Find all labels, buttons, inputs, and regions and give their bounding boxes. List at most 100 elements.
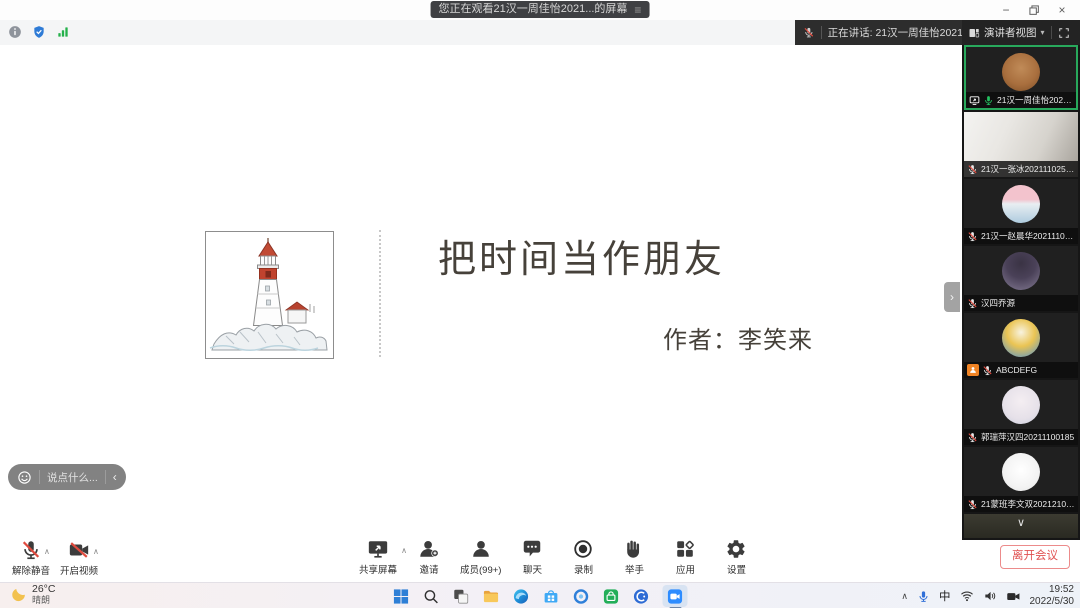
mic-muted-icon <box>967 164 978 175</box>
share-options-caret[interactable]: ∧ <box>401 546 407 555</box>
sidebar-collapse-handle[interactable]: › <box>944 282 960 312</box>
slide-lighthouse-image <box>205 231 334 359</box>
speaker-icon[interactable] <box>983 589 997 603</box>
camera-in-use-icon[interactable] <box>1006 589 1021 604</box>
emoji-icon[interactable] <box>17 470 32 485</box>
unmute-button[interactable]: 解除静音 <box>8 539 54 577</box>
participant-tile[interactable]: 郭瑞萍汉四20211100185 <box>964 380 1078 445</box>
person-icon <box>969 366 977 374</box>
meeting-info-icon[interactable] <box>8 25 22 39</box>
members-button[interactable]: 成员(99+) <box>460 538 501 576</box>
meeting-app-taskbar-icon[interactable] <box>663 585 688 607</box>
avatar <box>1002 185 1040 223</box>
camera-muted-icon <box>68 539 90 561</box>
watching-banner: 您正在观看21汉一周佳怡2021...的屏幕 ≡ <box>431 1 650 18</box>
restore-button[interactable] <box>1020 0 1048 20</box>
raise-hand-icon <box>623 538 645 560</box>
minimize-button[interactable]: − <box>992 0 1020 20</box>
avatar <box>1002 53 1040 91</box>
apps-icon <box>674 538 696 560</box>
apps-button[interactable]: 应用 <box>665 538 705 576</box>
time: 19:52 <box>1049 584 1074 596</box>
participant-name: 21汉一赵晨华202111025... <box>981 230 1075 242</box>
scroll-more-participants[interactable]: ∨ <box>964 514 1078 538</box>
moon-icon <box>10 587 26 603</box>
meeting-app-window: 您正在观看21汉一周佳怡2021...的屏幕 ≡ − × 正在讲话: 21汉一周… <box>0 0 1080 608</box>
muted-mic-icon <box>803 26 815 39</box>
participant-name: 郭瑞萍汉四20211100185 <box>981 431 1074 443</box>
participant-tile[interactable]: 汉四乔源 <box>964 246 1078 311</box>
raise-hand-button[interactable]: 举手 <box>614 538 654 576</box>
participant-tile[interactable]: 21蒙班李文双202121002... <box>964 447 1078 512</box>
lighthouse-drawing <box>206 232 331 356</box>
invite-icon <box>418 538 440 560</box>
ime-indicator[interactable]: 中 <box>939 588 951 604</box>
mic-options-caret[interactable]: ∧ <box>44 547 50 556</box>
participant-name: 汉四乔源 <box>981 297 1015 309</box>
slide-author: 作者：李笑来 <box>663 320 813 355</box>
chat-input-placeholder[interactable]: 说点什么... <box>47 470 98 485</box>
wifi-icon[interactable] <box>960 589 974 603</box>
members-icon <box>470 538 492 560</box>
participants-sidebar: 21汉一周佳怡202111... 21汉一张冰20211102526 21汉一赵… <box>962 45 1080 540</box>
divider <box>39 470 40 484</box>
start-video-button[interactable]: 开启视频 <box>56 539 102 577</box>
watching-banner-text: 您正在观看21汉一周佳怡2021...的屏幕 <box>439 1 628 18</box>
green-store-app-icon[interactable] <box>603 588 620 605</box>
speaking-label: 正在讲话: 21汉一周佳怡20211... <box>828 25 962 40</box>
mic-muted-icon <box>967 298 978 309</box>
search-icon[interactable] <box>423 588 440 605</box>
divider <box>105 470 106 484</box>
mic-muted-icon <box>967 499 978 510</box>
video-options-caret[interactable]: ∧ <box>93 547 99 556</box>
microsoft-store-icon[interactable] <box>543 588 560 605</box>
windows-taskbar: 26°C 晴朗 ∧ 中 1 <box>0 582 1080 608</box>
quick-chat-bar[interactable]: 说点什么... ‹ <box>8 464 126 490</box>
avatar <box>1002 319 1040 357</box>
fullscreen-icon[interactable] <box>1058 27 1070 39</box>
avatar <box>1002 252 1040 290</box>
security-shield-icon[interactable] <box>32 25 46 39</box>
participant-tile[interactable]: 21汉一赵晨华202111025... <box>964 179 1078 244</box>
chevron-down-icon: ∨ <box>1017 516 1025 529</box>
slide-divider-dotted-line <box>379 230 381 357</box>
mic-muted-icon <box>20 539 42 561</box>
share-screen-icon <box>367 538 389 560</box>
invite-label: 邀请 <box>419 562 438 576</box>
settings-button[interactable]: 设置 <box>716 538 756 576</box>
participant-name: ABCDEFG <box>996 365 1037 375</box>
edge-browser-icon[interactable] <box>513 588 530 605</box>
banner-menu-icon[interactable]: ≡ <box>634 4 641 16</box>
taskbar-system-tray: ∧ 中 19:52 2022/5/30 <box>901 583 1074 608</box>
apps-label: 应用 <box>676 562 695 576</box>
network-signal-icon[interactable] <box>56 25 70 39</box>
participant-tile[interactable]: 21汉一张冰20211102526 <box>964 112 1078 177</box>
record-button[interactable]: 录制 <box>563 538 603 576</box>
view-mode-caret-icon[interactable]: ▾ <box>1041 28 1045 37</box>
slide-title: 把时间当作朋友 <box>438 228 725 283</box>
participant-tile-speaker[interactable]: 21汉一周佳怡202111... <box>964 45 1078 110</box>
close-button[interactable]: × <box>1048 0 1076 20</box>
raise-hand-label: 举手 <box>625 562 644 576</box>
chevron-left-icon[interactable]: ‹ <box>113 470 117 484</box>
taskbar-weather-widget[interactable]: 26°C 晴朗 <box>10 584 55 605</box>
task-view-icon[interactable] <box>453 588 470 605</box>
tray-chevron-up-icon[interactable]: ∧ <box>901 591 908 602</box>
file-explorer-icon[interactable] <box>483 588 500 605</box>
participant-name: 21蒙班李文双202121002... <box>981 498 1075 510</box>
weather-description: 晴朗 <box>32 596 55 606</box>
chat-button[interactable]: 聊天 <box>512 538 552 576</box>
leave-meeting-button[interactable]: 离开会议 <box>1000 545 1070 569</box>
speaker-view-icon <box>968 27 980 39</box>
taskbar-clock[interactable]: 19:52 2022/5/30 <box>1030 584 1075 608</box>
mic-in-use-icon[interactable] <box>917 590 930 603</box>
screen-share-icon <box>969 95 980 106</box>
share-screen-button[interactable]: 共享屏幕 ∧ <box>358 538 398 576</box>
browser-app-icon[interactable] <box>573 588 590 605</box>
windows-start-icon[interactable] <box>393 588 410 605</box>
blue-clock-app-icon[interactable] <box>633 588 650 605</box>
view-mode-label[interactable]: 演讲者视图 <box>984 25 1037 40</box>
participant-tile[interactable]: ABCDEFG <box>964 313 1078 378</box>
share-screen-label: 共享屏幕 <box>359 562 397 576</box>
invite-button[interactable]: 邀请 <box>409 538 449 576</box>
